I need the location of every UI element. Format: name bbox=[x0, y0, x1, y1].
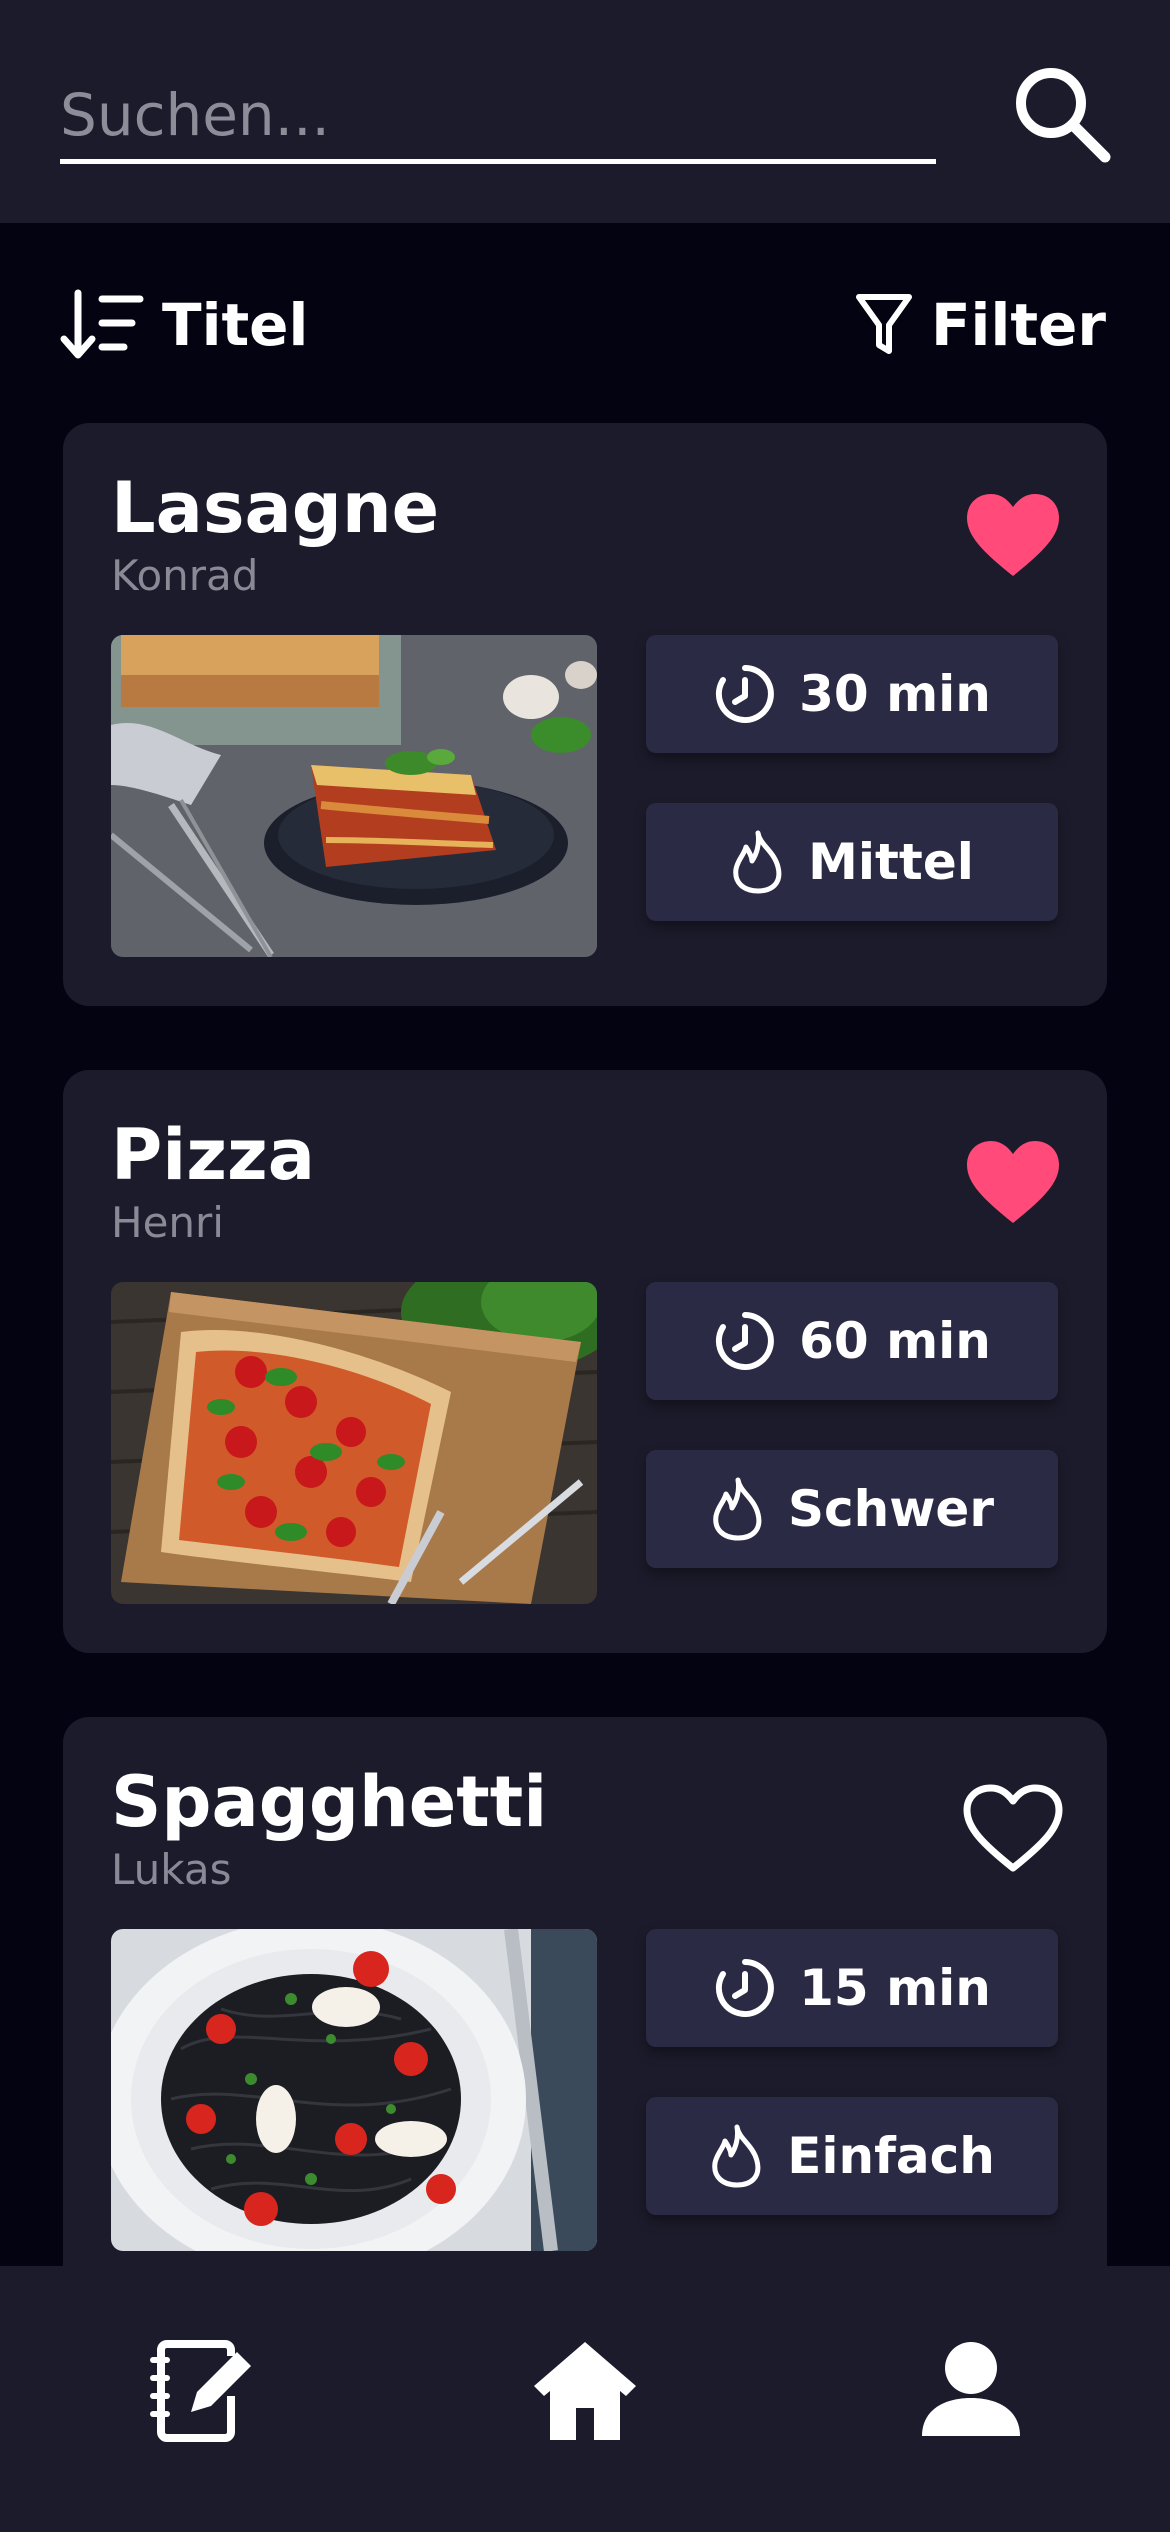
recipe-author: Konrad bbox=[111, 551, 259, 600]
recipe-image-pizza bbox=[111, 1282, 597, 1604]
difficulty-label: Schwer bbox=[787, 1480, 994, 1538]
recipe-card[interactable]: Pizza Henri 60 min Schwer bbox=[63, 1070, 1107, 1653]
bottom-navigation bbox=[0, 2266, 1170, 2532]
filter-label: Filter bbox=[930, 291, 1106, 359]
difficulty-chip: Einfach bbox=[646, 2097, 1058, 2215]
time-chip: 15 min bbox=[646, 1929, 1058, 2047]
time-chip: 30 min bbox=[646, 635, 1058, 753]
nav-home-button[interactable] bbox=[515, 2321, 655, 2461]
heart-filled-icon bbox=[967, 1141, 1059, 1223]
flame-icon bbox=[733, 830, 782, 894]
favorite-button[interactable] bbox=[959, 1779, 1067, 1879]
time-label: 15 min bbox=[799, 1959, 991, 2017]
recipe-image-spaghetti bbox=[111, 1929, 597, 2251]
favorite-button[interactable] bbox=[959, 1132, 1067, 1232]
recipe-list: Lasagne Konrad 30 min Mittel Pizza Henri… bbox=[0, 423, 1170, 2266]
clock-icon bbox=[716, 1312, 774, 1370]
sort-label: Titel bbox=[162, 291, 309, 359]
clock-icon bbox=[716, 665, 774, 723]
filter-button[interactable]: Filter bbox=[855, 280, 1106, 370]
heart-outline-icon bbox=[963, 1784, 1063, 1872]
recipe-notebook-edit-icon bbox=[150, 2340, 257, 2442]
filter-funnel-icon bbox=[855, 294, 912, 354]
recipe-app: Titel Filter Lasagne Konrad bbox=[0, 0, 1170, 2532]
recipe-title: Lasagne bbox=[111, 467, 440, 549]
nav-profile-button[interactable] bbox=[901, 2321, 1041, 2461]
difficulty-chip: Schwer bbox=[646, 1450, 1058, 1568]
recipe-image-lasagne bbox=[111, 635, 597, 957]
search-bar bbox=[0, 0, 1170, 223]
nav-recipes-button[interactable] bbox=[132, 2321, 272, 2461]
profile-icon bbox=[922, 2342, 1020, 2436]
recipe-author: Henri bbox=[111, 1198, 224, 1247]
flame-icon bbox=[713, 1477, 762, 1541]
heart-filled-icon bbox=[967, 494, 1059, 576]
search-button[interactable] bbox=[1000, 52, 1122, 174]
search-input[interactable] bbox=[60, 76, 936, 164]
recipe-card[interactable]: Lasagne Konrad 30 min Mittel bbox=[63, 423, 1107, 1006]
difficulty-label: Einfach bbox=[787, 2127, 995, 2185]
time-chip: 60 min bbox=[646, 1282, 1058, 1400]
flame-icon bbox=[712, 2124, 761, 2188]
sort-button[interactable]: Titel bbox=[60, 280, 308, 370]
home-icon bbox=[534, 2342, 636, 2440]
difficulty-chip: Mittel bbox=[646, 803, 1058, 921]
search-icon bbox=[1016, 68, 1111, 163]
sort-filter-toolbar: Titel Filter bbox=[0, 280, 1170, 370]
time-label: 30 min bbox=[799, 665, 991, 723]
recipe-title: Pizza bbox=[111, 1114, 316, 1196]
sort-descending-icon bbox=[60, 289, 144, 359]
recipe-title: Spagghetti bbox=[111, 1761, 548, 1843]
recipe-author: Lukas bbox=[111, 1845, 232, 1894]
recipe-card[interactable]: Spagghetti Lukas 15 min Einfach bbox=[63, 1717, 1107, 2266]
favorite-button[interactable] bbox=[959, 485, 1067, 585]
time-label: 60 min bbox=[799, 1312, 991, 1370]
clock-icon bbox=[716, 1959, 774, 2017]
difficulty-label: Mittel bbox=[808, 833, 974, 891]
